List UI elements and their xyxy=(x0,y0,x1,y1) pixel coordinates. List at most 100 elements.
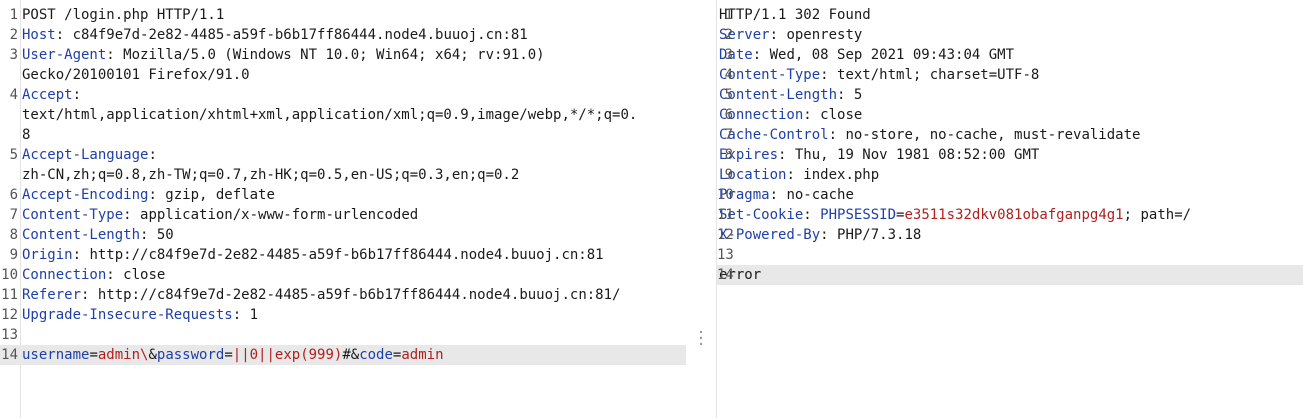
response-line: 7 Cache-Control: no-store, no-cache, must… xyxy=(717,125,1303,145)
header-value: close xyxy=(114,267,166,283)
header-value: Thu, 19 Nov 1981 08:52:00 GMT xyxy=(786,147,1040,163)
line-number: 4 xyxy=(724,67,733,83)
request-line: 5 Accept-Language: xyxy=(0,145,686,165)
line-text[interactable]: Expires: Thu, 19 Nov 1981 08:52:00 GMT xyxy=(717,145,1303,165)
response-line: 12 X-Powered-By: PHP/7.3.18 xyxy=(717,225,1303,245)
body-token: ||0||exp(999) xyxy=(232,347,343,363)
response-line: 1 HTTP/1.1 302 Found xyxy=(717,5,1303,25)
line-text[interactable]: POST /login.php HTTP/1.1 xyxy=(0,5,686,25)
line-number: 8 xyxy=(9,227,18,243)
line-text[interactable]: Cache-Control: no-store, no-cache, must-… xyxy=(717,125,1303,145)
request-line: 10 Connection: close xyxy=(0,265,686,285)
header-value-wrapped: text/html,application/xhtml+xml,applicat… xyxy=(22,107,638,123)
response-line: 6 Connection: close xyxy=(717,105,1303,125)
response-line: 11 Set-Cookie: PHPSESSID=e3511s32dkv081ob… xyxy=(717,205,1303,225)
line-number: 13 xyxy=(717,247,734,263)
line-content: HTTP/1.1 302 Found xyxy=(719,7,871,23)
line-text[interactable]: HTTP/1.1 302 Found xyxy=(717,5,1303,25)
line-text[interactable]: Content-Type: text/html; charset=UTF-8 xyxy=(717,65,1303,85)
line-text[interactable]: text/html,application/xhtml+xml,applicat… xyxy=(0,105,686,125)
line-number: 6 xyxy=(9,187,18,203)
line-number: 11 xyxy=(1,287,18,303)
body-token: = xyxy=(224,347,233,363)
header-value: text/html; charset=UTF-8 xyxy=(828,67,1040,83)
header-value: http://c84f9e7d-2e82-4485-a59f-b6b17ff86… xyxy=(81,247,604,263)
response-viewer-pane[interactable]: 1 HTTP/1.1 302 Found 2 Server: openresty 3 Da… xyxy=(716,0,1303,418)
line-text[interactable]: Host: c84f9e7d-2e82-4485-a59f-b6b17ff864… xyxy=(0,25,686,45)
header-value xyxy=(812,207,820,223)
line-text[interactable]: Referer: http://c84f9e7d-2e82-4485-a59f-… xyxy=(0,285,686,305)
line-number: 13 xyxy=(1,327,18,343)
line-text[interactable]: Upgrade-Insecure-Requests: 1 xyxy=(0,305,686,325)
line-text[interactable]: Content-Type: application/x-www-form-url… xyxy=(0,205,686,225)
request-line: 9 Origin: http://c84f9e7d-2e82-4485-a59f-… xyxy=(0,245,686,265)
line-text[interactable]: Content-Length: 5 xyxy=(717,85,1303,105)
line-text[interactable]: Server: openresty xyxy=(717,25,1303,45)
header-name: Content-Type xyxy=(22,207,124,223)
line-number: 5 xyxy=(724,87,733,103)
line-text[interactable]: Connection: close xyxy=(0,265,686,285)
line-text[interactable]: Accept-Encoding: gzip, deflate xyxy=(0,185,686,205)
line-text[interactable]: Accept-Language: xyxy=(0,145,686,165)
line-text[interactable]: zh-CN,zh;q=0.8,zh-TW;q=0.7,zh-HK;q=0.5,e… xyxy=(0,165,686,185)
header-name: Host xyxy=(22,27,56,43)
header-value: 5 xyxy=(845,87,863,103)
cookie-attributes: ; path=/ xyxy=(1123,207,1192,223)
header-name: User-Agent xyxy=(22,47,107,63)
body-token: #& xyxy=(342,347,360,363)
line-text[interactable]: Origin: http://c84f9e7d-2e82-4485-a59f-b… xyxy=(0,245,686,265)
header-name: Content-Length xyxy=(719,87,838,103)
line-text[interactable]: Content-Length: 50 xyxy=(0,225,686,245)
line-number: 10 xyxy=(1,267,18,283)
body-token: & xyxy=(148,347,157,363)
line-text[interactable]: X-Powered-By: PHP/7.3.18 xyxy=(717,225,1303,245)
response-line: 10 Pragma: no-cache xyxy=(717,185,1303,205)
line-number: 3 xyxy=(724,47,733,63)
line-text[interactable]: Gecko/20100101 Firefox/91.0 xyxy=(0,65,686,85)
line-text[interactable]: Pragma: no-cache xyxy=(717,185,1303,205)
line-number: 9 xyxy=(9,247,18,263)
header-value: PHP/7.3.18 xyxy=(828,227,922,243)
request-line-continuation: zh-CN,zh;q=0.8,zh-TW;q=0.7,zh-HK;q=0.5,e… xyxy=(0,165,686,185)
line-text[interactable]: Accept: xyxy=(0,85,686,105)
response-line: 9 Location: index.php xyxy=(717,165,1303,185)
header-name: Accept xyxy=(22,87,73,103)
line-text[interactable]: Set-Cookie: PHPSESSID=e3511s32dkv081obaf… xyxy=(717,205,1303,225)
request-line: 8 Content-Length: 50 xyxy=(0,225,686,245)
line-number: 10 xyxy=(717,187,734,203)
request-line: 4 Accept: xyxy=(0,85,686,105)
response-lines: 1 HTTP/1.1 302 Found 2 Server: openresty 3 Da… xyxy=(717,5,1303,285)
drag-handle-icon[interactable]: · · · xyxy=(695,326,707,352)
cookie-value: e3511s32dkv081obafganpg4g1 xyxy=(904,207,1124,223)
line-content: POST /login.php HTTP/1.1 xyxy=(22,7,225,23)
request-editor-pane[interactable]: 1 POST /login.php HTTP/1.1 2 Host: c84f9e7d… xyxy=(0,0,686,418)
request-line-continuation: Gecko/20100101 Firefox/91.0 xyxy=(0,65,686,85)
header-name: Upgrade-Insecure-Requests xyxy=(22,307,233,323)
pane-splitter[interactable]: · · · xyxy=(686,0,716,418)
request-line: 2 Host: c84f9e7d-2e82-4485-a59f-b6b17ff86… xyxy=(0,25,686,45)
line-text[interactable]: Connection: close xyxy=(717,105,1303,125)
header-name: Content-Length xyxy=(22,227,141,243)
line-text[interactable]: User-Agent: Mozilla/5.0 (Windows NT 10.0… xyxy=(0,45,686,65)
line-number: 12 xyxy=(1,307,18,323)
header-value: index.php xyxy=(794,167,880,183)
request-body-text[interactable]: username=admin\&password=||0||exp(999)#&… xyxy=(0,345,686,365)
header-value-wrapped: 8 xyxy=(22,127,31,143)
line-text[interactable]: Date: Wed, 08 Sep 2021 09:43:04 GMT xyxy=(717,45,1303,65)
line-text[interactable]: Location: index.php xyxy=(717,165,1303,185)
header-value: gzip, deflate xyxy=(156,187,275,203)
header-name: Referer xyxy=(22,287,82,303)
response-body-text[interactable]: error xyxy=(717,265,1303,285)
header-value-wrapped: zh-CN,zh;q=0.8,zh-TW;q=0.7,zh-HK;q=0.5,e… xyxy=(22,167,520,183)
header-name: Cache-Control xyxy=(719,127,829,143)
line-number: 14 xyxy=(717,267,734,283)
header-value: Wed, 08 Sep 2021 09:43:04 GMT xyxy=(761,47,1015,63)
response-line: 3 Date: Wed, 08 Sep 2021 09:43:04 GMT xyxy=(717,45,1303,65)
line-number: 8 xyxy=(724,147,733,163)
line-number: 9 xyxy=(724,167,733,183)
request-line: 7 Content-Type: application/x-www-form-ur… xyxy=(0,205,686,225)
header-name: Content-Type xyxy=(719,67,821,83)
header-name: Connection xyxy=(22,267,107,283)
header-name: Accept-Language xyxy=(22,147,149,163)
line-text[interactable]: 8 xyxy=(0,125,686,145)
